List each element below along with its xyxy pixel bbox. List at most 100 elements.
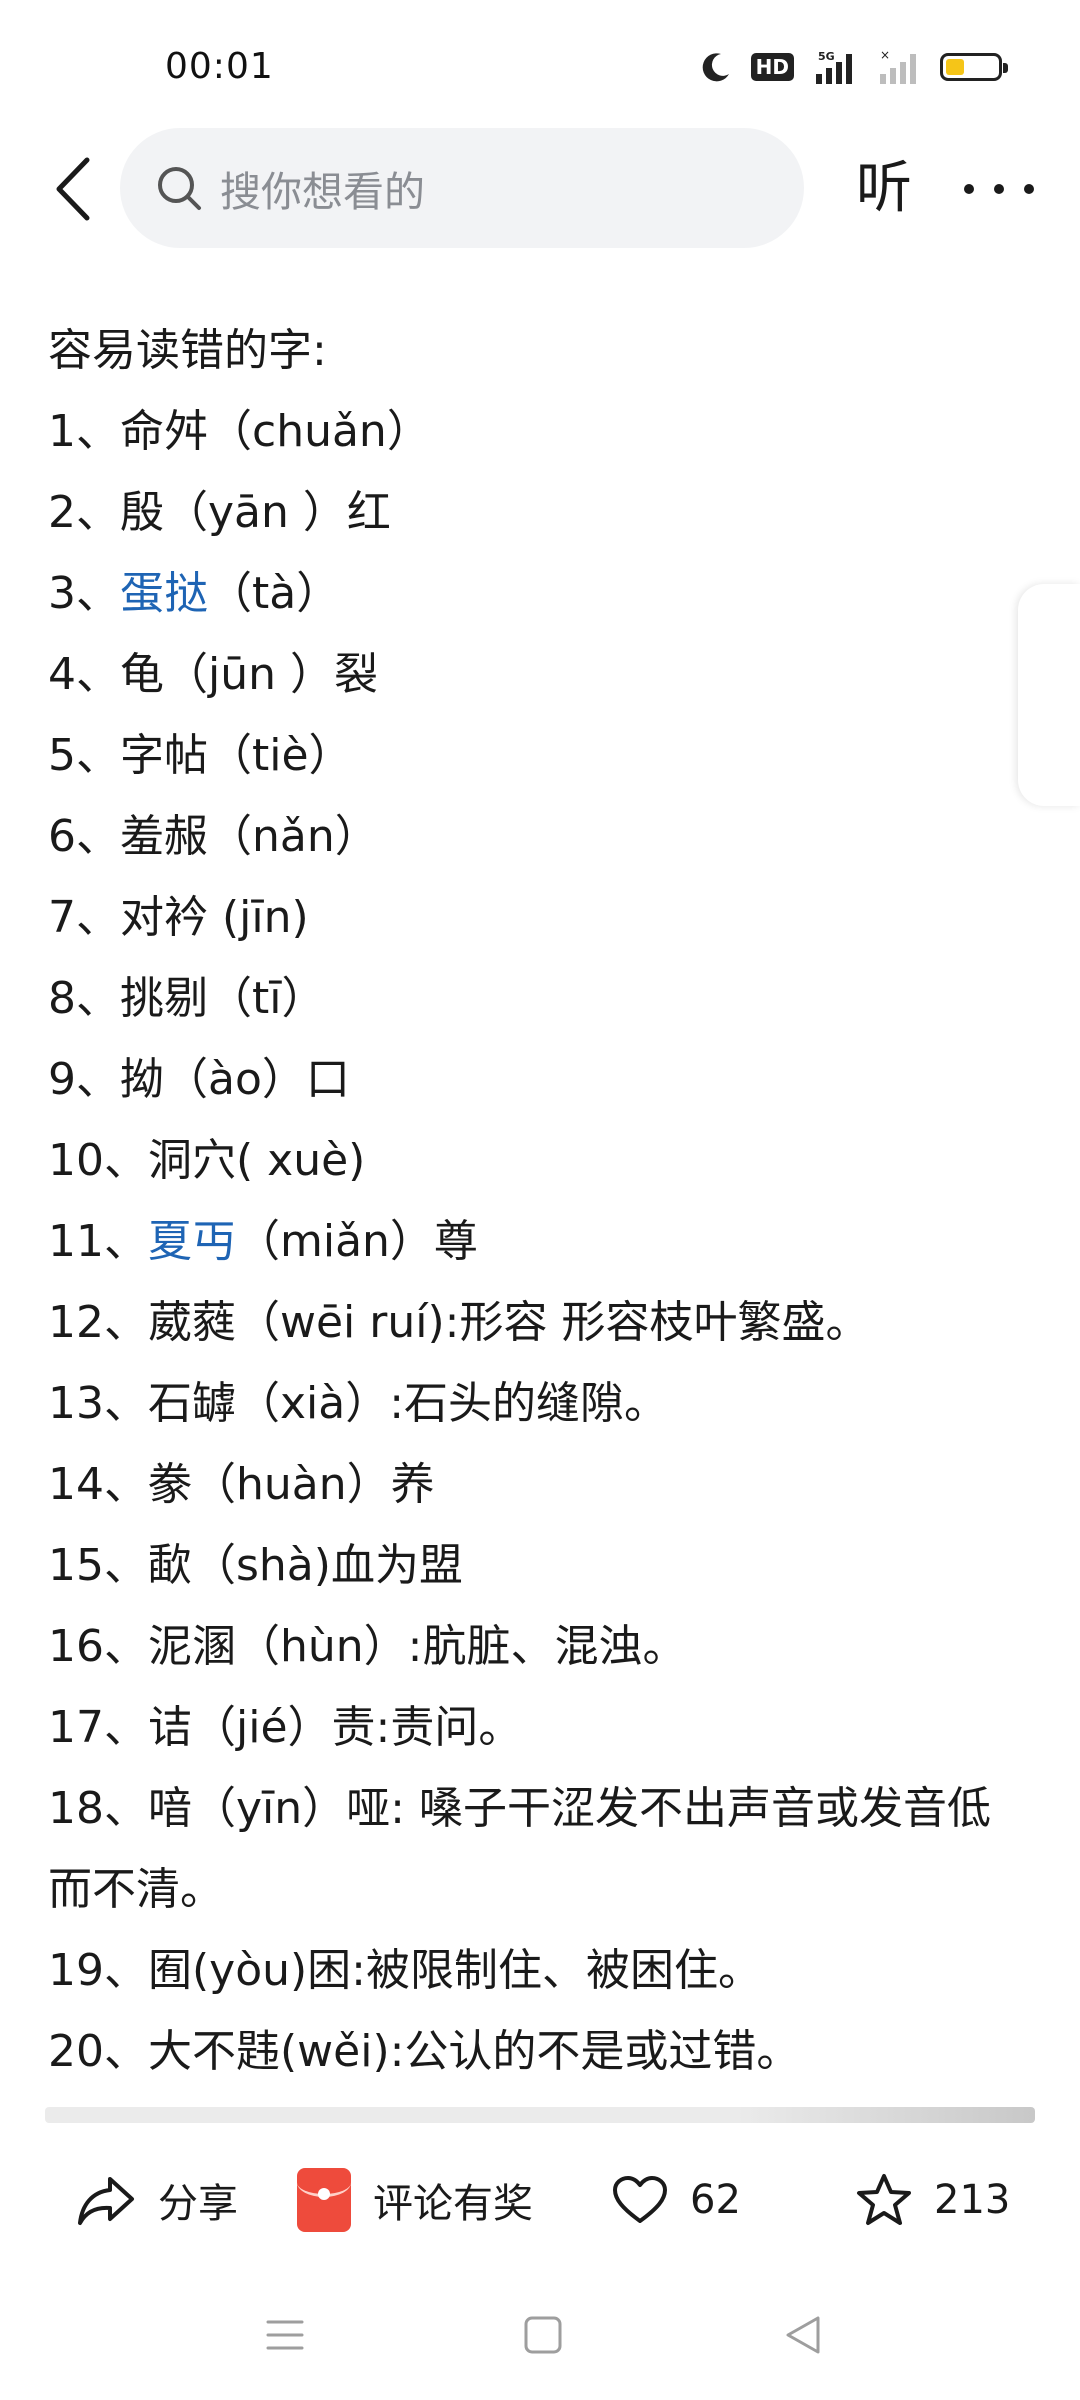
item-text: 殷（yān ）红: [120, 487, 391, 538]
share-icon: [78, 2177, 134, 2225]
side-floating-tab[interactable]: [1018, 584, 1080, 806]
list-item: 12、葳蕤（wēi ruí):形容 形容枝叶繁盛。: [48, 1282, 1028, 1363]
item-number: 6、: [48, 811, 120, 862]
dot-icon: [994, 184, 1004, 194]
term-link[interactable]: 夏丏: [148, 1216, 236, 1267]
list-item: 16、泥溷（hùn）:肮脏、混浊。: [48, 1606, 1028, 1687]
item-number: 16、: [48, 1621, 148, 1672]
system-nav-bar: [0, 2290, 1080, 2380]
item-text: 羞赧（nǎn）: [120, 811, 379, 862]
list-item: 11、夏丏（miǎn）尊: [48, 1201, 1028, 1282]
item-number: 11、: [48, 1216, 148, 1267]
search-icon: [158, 167, 201, 210]
item-text: 囿(yòu)困:被限制住、被困住。: [148, 1945, 763, 1996]
item-text: 命舛（chuǎn）: [120, 406, 431, 457]
item-number: 4、: [48, 649, 120, 700]
list-item: 15、歃（shà)血为盟: [48, 1525, 1028, 1606]
content-divider: [45, 2107, 1035, 2123]
item-number: 10、: [48, 1135, 148, 1186]
comment-button[interactable]: 评论有奖: [297, 2150, 533, 2250]
svg-text:5G: 5G: [818, 50, 835, 63]
item-number: 8、: [48, 973, 120, 1024]
list-item: 1、命舛（chuǎn）: [48, 391, 1028, 472]
item-text: 喑（yīn）哑: 嗓子干涩发不出声音或发音低而不清。: [48, 1783, 991, 1915]
term-link[interactable]: 蛋挞: [120, 568, 208, 619]
more-options-button[interactable]: [964, 154, 1034, 224]
item-text: 字帖（tiè）: [120, 730, 353, 781]
dot-icon: [1024, 184, 1034, 194]
like-count: 62: [690, 2177, 741, 2223]
menu-icon[interactable]: [260, 2310, 310, 2360]
item-number: 1、: [48, 406, 120, 457]
list-item: 5、字帖（tiè）: [48, 715, 1028, 796]
item-text: 拗（ào）口: [120, 1054, 350, 1105]
like-button[interactable]: 62: [612, 2150, 741, 2250]
list-item: 2、殷（yān ）红: [48, 472, 1028, 553]
home-icon[interactable]: [518, 2310, 568, 2360]
item-text: （miǎn）尊: [236, 1216, 478, 1267]
item-number: 19、: [48, 1945, 148, 1996]
back-button[interactable]: [48, 154, 98, 224]
list-item: 20、大不韪(wěi):公认的不是或过错。: [48, 2011, 1028, 2092]
red-envelope-icon: [297, 2168, 351, 2232]
item-number: 14、: [48, 1459, 148, 1510]
item-number: 18、: [48, 1783, 148, 1834]
search-placeholder: 搜你想看的: [220, 168, 425, 216]
item-text: 泥溷（hùn）:肮脏、混浊。: [148, 1621, 687, 1672]
list-item: 3、蛋挞（tà）: [48, 553, 1028, 634]
list-item: 8、挑剔（tī）: [48, 958, 1028, 1039]
list-item: 6、羞赧（nǎn）: [48, 796, 1028, 877]
status-bar: 00:01 HD 5G ×: [0, 0, 1080, 130]
item-number: 2、: [48, 487, 120, 538]
status-time: 00:01: [165, 46, 274, 87]
share-label: 分享: [158, 2181, 238, 2227]
list-item: 7、对衿 (jīn): [48, 877, 1028, 958]
item-number: 3、: [48, 568, 120, 619]
item-number: 20、: [48, 2026, 148, 2077]
list-item: 14、豢（huàn）养: [48, 1444, 1028, 1525]
item-text: 洞穴( xuè): [148, 1135, 366, 1186]
chevron-left-icon: [56, 157, 90, 221]
battery-level: [946, 59, 964, 75]
favorite-count: 213: [934, 2177, 1011, 2223]
item-text: 葳蕤（wēi ruí):形容 形容枝叶繁盛。: [148, 1297, 870, 1348]
listen-button[interactable]: 听: [856, 154, 912, 224]
item-text: 诘（jié）责:责问。: [148, 1702, 523, 1753]
list-item: 19、囿(yòu)困:被限制住、被困住。: [48, 1930, 1028, 2011]
dot-icon: [964, 184, 974, 194]
search-input[interactable]: 搜你想看的: [120, 128, 804, 248]
top-nav: 搜你想看的 听: [0, 128, 1080, 248]
battery-icon: [940, 53, 1008, 81]
item-number: 13、: [48, 1378, 148, 1429]
heart-icon: [613, 2176, 667, 2223]
item-number: 17、: [48, 1702, 148, 1753]
moon-icon: [702, 53, 729, 82]
comment-label: 评论有奖: [373, 2181, 533, 2227]
favorite-button[interactable]: 213: [856, 2150, 1010, 2250]
item-number: 5、: [48, 730, 120, 781]
status-icons: HD 5G ×: [699, 48, 1008, 86]
article-heading: 容易读错的字:: [48, 325, 327, 376]
item-number: 9、: [48, 1054, 120, 1105]
item-text: （tà）: [208, 568, 341, 619]
item-number: 7、: [48, 892, 120, 943]
list-item: 4、龟（jūn ）裂: [48, 634, 1028, 715]
signal-secondary-icon: ×: [880, 48, 916, 84]
hd-badge: HD: [750, 53, 794, 81]
article-list: 1、命舛（chuǎn） 2、殷（yān ）红 3、蛋挞（tà） 4、龟（jūn ）裂 5…: [48, 391, 1028, 2092]
list-item: 18、喑（yīn）哑: 嗓子干涩发不出声音或发音低而不清。: [48, 1768, 1028, 1930]
svg-text:×: ×: [880, 48, 890, 62]
back-triangle-icon[interactable]: [778, 2310, 828, 2360]
action-bar: 分享 评论有奖 62 213: [0, 2150, 1080, 2250]
list-item: 10、洞穴( xuè): [48, 1120, 1028, 1201]
list-item: 17、诘（jié）责:责问。: [48, 1687, 1028, 1768]
item-number: 15、: [48, 1540, 148, 1591]
item-text: 歃（shà)血为盟: [148, 1540, 463, 1591]
signal-5g-icon: 5G: [816, 50, 852, 84]
item-text: 龟（jūn ）裂: [120, 649, 378, 700]
item-text: 大不韪(wěi):公认的不是或过错。: [148, 2026, 801, 2077]
share-button[interactable]: 分享: [76, 2150, 238, 2250]
list-item: 9、拗（ào）口: [48, 1039, 1028, 1120]
item-text: 石罅（xià）:石头的缝隙。: [148, 1378, 669, 1429]
item-text: 对衿 (jīn): [120, 892, 309, 943]
